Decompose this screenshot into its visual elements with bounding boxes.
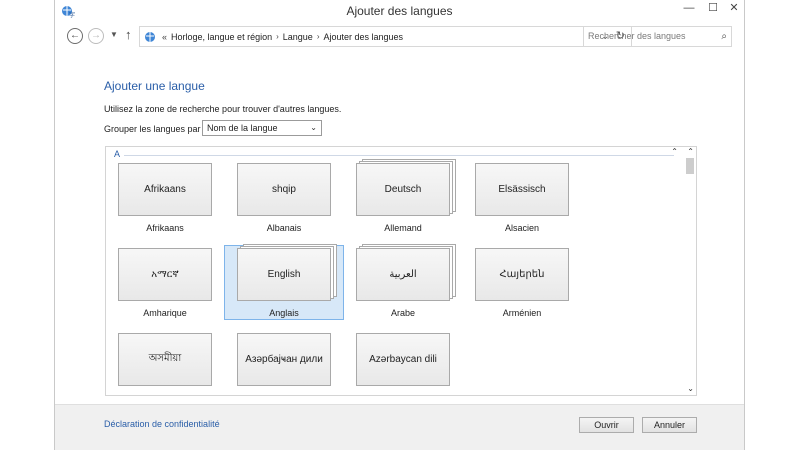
language-tile-english[interactable]: English bbox=[237, 248, 331, 301]
tile-native-name: العربية bbox=[389, 269, 417, 280]
language-tile-afrikaans[interactable]: Afrikaans bbox=[118, 163, 212, 216]
language-tile-arabic[interactable]: العربية bbox=[356, 248, 450, 301]
add-languages-window: 字 Ajouter des langues — ☐ ✕ ← → ▼ ↑ « Ho… bbox=[54, 0, 745, 450]
privacy-statement-link[interactable]: Déclaration de confidentialité bbox=[104, 419, 220, 429]
page-title: Ajouter une langue bbox=[104, 79, 205, 93]
group-by-select[interactable]: Nom de la langue ⌄ bbox=[202, 120, 322, 136]
scroll-down-icon[interactable]: ⌄ bbox=[687, 384, 694, 393]
language-tile-albanian[interactable]: shqip bbox=[237, 163, 331, 216]
tile-caption: Amharique bbox=[143, 308, 187, 318]
section-divider bbox=[124, 155, 674, 156]
main-content: Ajouter une langue Utilisez la zone de r… bbox=[55, 52, 744, 404]
language-tile-alsatian[interactable]: Elsässisch bbox=[475, 163, 569, 216]
language-list[interactable]: A ⌃ ⌃ ⌄ Afrikaans Afrikaans shqip Albana… bbox=[105, 146, 697, 396]
breadcrumb[interactable]: « Horloge, langue et région › Langue › A… bbox=[139, 26, 632, 47]
language-tile-azerbaijani-latin[interactable]: Azərbaycan dili bbox=[356, 333, 450, 386]
tile-native-name: Азәрбајҹан дили bbox=[245, 354, 323, 365]
tile-caption: Allemand bbox=[384, 223, 422, 233]
chevron-down-icon: ⌄ bbox=[310, 123, 317, 132]
tile-native-name: Afrikaans bbox=[144, 184, 186, 195]
chevron-right-icon: › bbox=[276, 32, 279, 41]
forward-arrow-icon[interactable]: → bbox=[88, 28, 104, 44]
tile-native-name: አማርኛ bbox=[151, 269, 179, 280]
tile-native-name: shqip bbox=[272, 184, 296, 195]
tile-caption: Albanais bbox=[266, 223, 302, 233]
breadcrumb-item-language[interactable]: Langue bbox=[283, 32, 313, 42]
language-tile-azerbaijani-cyrillic[interactable]: Азәрбајҹан дили bbox=[237, 333, 331, 386]
tile-native-name: Elsässisch bbox=[498, 184, 546, 195]
recent-locations-dropdown-icon[interactable]: ▼ bbox=[110, 30, 118, 39]
dialog-footer: Déclaration de confidentialité Ouvrir An… bbox=[55, 404, 744, 450]
chevron-right-icon: › bbox=[316, 32, 320, 41]
minimize-icon[interactable]: — bbox=[677, 0, 701, 18]
back-arrow-icon[interactable]: ← bbox=[67, 28, 83, 44]
close-icon[interactable]: ✕ bbox=[722, 0, 746, 18]
tile-native-name: অসমীয়া bbox=[148, 353, 182, 364]
tile-caption: Arabe bbox=[390, 308, 416, 318]
tile-caption: Afrikaans bbox=[146, 223, 184, 233]
scroll-thumb[interactable] bbox=[686, 158, 694, 174]
title-bar: 字 Ajouter des langues — ☐ ✕ bbox=[55, 0, 744, 22]
group-by-value: Nom de la langue bbox=[207, 123, 278, 133]
search-icon[interactable]: ⌕ bbox=[721, 27, 727, 46]
group-by-label: Grouper les langues par : bbox=[104, 124, 206, 134]
vertical-scrollbar[interactable]: ⌃ ⌄ bbox=[684, 147, 696, 395]
open-button[interactable]: Ouvrir bbox=[579, 417, 634, 433]
tile-native-name: Deutsch bbox=[384, 184, 422, 195]
breadcrumb-item-add-languages[interactable]: Ajouter des langues bbox=[323, 32, 403, 42]
cancel-button[interactable]: Annuler bbox=[642, 417, 697, 433]
window-title: Ajouter des langues bbox=[346, 4, 453, 18]
tile-native-name: English bbox=[267, 269, 301, 280]
language-location-icon bbox=[145, 31, 155, 42]
breadcrumb-overflow[interactable]: « bbox=[162, 32, 167, 42]
search-hint: Utilisez la zone de recherche pour trouv… bbox=[104, 104, 342, 114]
scroll-up-icon[interactable]: ⌃ bbox=[687, 147, 694, 156]
language-tile-german[interactable]: Deutsch bbox=[356, 163, 450, 216]
tile-caption: Alsacien bbox=[504, 223, 540, 233]
collapse-section-icon[interactable]: ⌃ bbox=[671, 147, 678, 156]
language-tile-armenian[interactable]: Հայերեն bbox=[475, 248, 569, 301]
breadcrumb-item-clock-language-region[interactable]: Horloge, langue et région bbox=[171, 32, 272, 42]
tile-caption: Anglais bbox=[269, 308, 299, 318]
up-arrow-icon[interactable]: ↑ bbox=[125, 27, 132, 42]
tile-native-name: Azərbaycan dili bbox=[369, 354, 437, 365]
tile-native-name: Հայերեն bbox=[499, 269, 545, 280]
section-header-a: A bbox=[114, 149, 121, 159]
address-bar: ← → ▼ ↑ « Horloge, langue et région › La… bbox=[55, 22, 744, 52]
search-input[interactable]: Rechercher des langues ⌕ bbox=[583, 26, 732, 47]
search-placeholder: Rechercher des langues bbox=[588, 31, 686, 41]
language-tile-amharic[interactable]: አማርኛ bbox=[118, 248, 212, 301]
tile-caption: Arménien bbox=[502, 308, 542, 318]
language-tile-assamese[interactable]: অসমীয়া bbox=[118, 333, 212, 386]
